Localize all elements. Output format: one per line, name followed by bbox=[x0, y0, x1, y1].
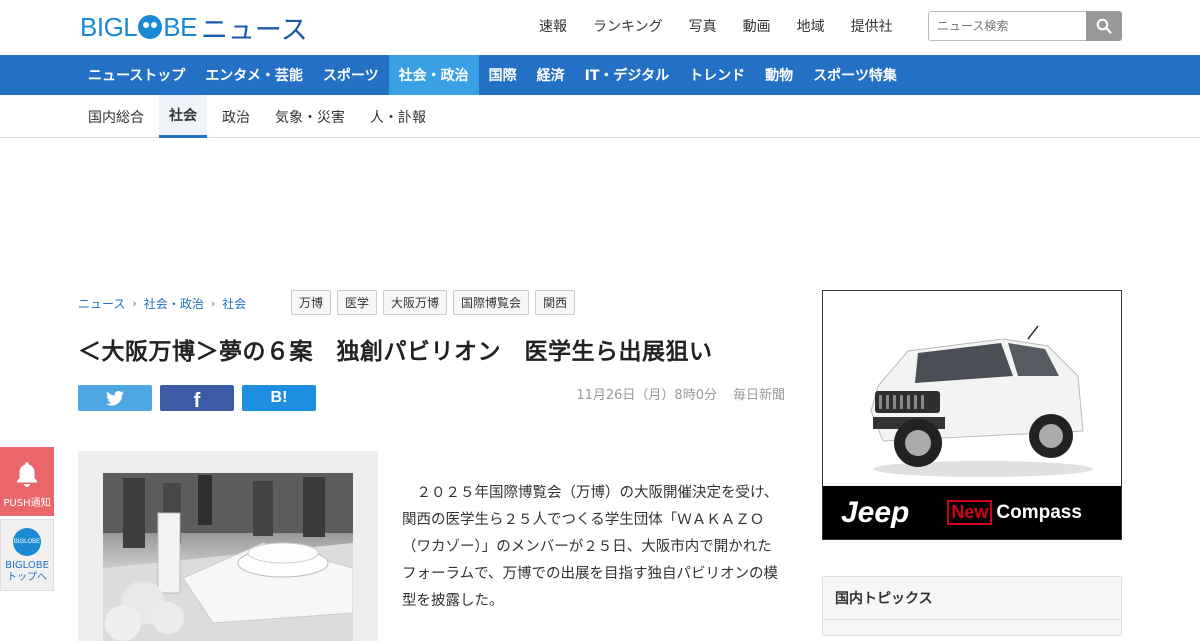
biglobe-top-label-line1: BIGLOBE bbox=[5, 560, 49, 571]
hatena-bookmark-icon: B! bbox=[270, 389, 288, 406]
nav-society-politics[interactable]: 社会・政治 bbox=[388, 55, 479, 95]
jeep-compass-ad[interactable]: Jeep New Compass bbox=[822, 290, 1122, 540]
logo-o-icon bbox=[138, 15, 163, 39]
tag-medicine[interactable]: 医学 bbox=[337, 290, 378, 315]
tag-world-expo[interactable]: 国際博覧会 bbox=[453, 290, 530, 315]
domestic-topics-title: 国内トピックス bbox=[823, 577, 1121, 620]
bell-icon bbox=[17, 462, 37, 487]
ad-model-name: Compass bbox=[996, 501, 1082, 523]
ad-banner-bar: Jeep New Compass bbox=[823, 486, 1121, 539]
facebook-icon: f bbox=[193, 389, 201, 412]
domestic-topics-box: 国内トピックス bbox=[822, 576, 1122, 636]
nav-economy[interactable]: 経済 bbox=[527, 55, 575, 95]
chevron-right-icon: › bbox=[132, 297, 137, 310]
subnav-politics[interactable]: 政治 bbox=[212, 95, 260, 138]
article-source[interactable]: 毎日新聞 bbox=[733, 384, 785, 403]
biglobe-logo-icon: BIGLOBE bbox=[13, 528, 41, 556]
top-link-photo[interactable]: 写真 bbox=[689, 16, 717, 36]
share-twitter-button[interactable] bbox=[78, 385, 152, 411]
biglobe-top-button[interactable]: BIGLOBE BIGLOBE トップへ bbox=[0, 519, 54, 591]
breadcrumb-society[interactable]: 社会 bbox=[222, 295, 246, 312]
ad-brand-logo: Jeep bbox=[841, 495, 910, 529]
logo-news-text: ニュース bbox=[200, 14, 308, 46]
biglobe-top-label: BIGLOBE トップへ bbox=[5, 560, 49, 584]
ad-new-badge: New bbox=[947, 500, 993, 525]
top-link-ranking[interactable]: ランキング bbox=[593, 16, 663, 36]
twitter-icon bbox=[106, 390, 124, 406]
logo-text-part2: BE bbox=[163, 11, 197, 42]
search-button[interactable] bbox=[1086, 11, 1122, 41]
nav-entertainment[interactable]: エンタメ・芸能 bbox=[195, 55, 313, 95]
sub-nav: 国内総合 社会 政治 気象・災害 人・訃報 bbox=[0, 95, 1200, 138]
tag-expo[interactable]: 万博 bbox=[291, 290, 332, 315]
top-link-sokuho[interactable]: 速報 bbox=[539, 16, 567, 36]
article-photo[interactable] bbox=[103, 473, 353, 641]
subnav-domestic[interactable]: 国内総合 bbox=[78, 95, 154, 138]
search-input[interactable] bbox=[928, 11, 1086, 41]
push-label: PUSH通知 bbox=[3, 498, 51, 509]
search-box bbox=[928, 11, 1122, 41]
main-nav: ニューストップ エンタメ・芸能 スポーツ 社会・政治 国際 経済 IT・デジタル… bbox=[0, 55, 1200, 95]
nav-sports[interactable]: スポーツ bbox=[313, 55, 389, 95]
tag-list: 万博 医学 大阪万博 国際博覧会 関西 bbox=[291, 290, 576, 315]
breadcrumb: ニュース › 社会・政治 › 社会 bbox=[78, 295, 246, 312]
nav-it-digital[interactable]: IT・デジタル bbox=[575, 55, 679, 95]
push-notification-button[interactable]: PUSH通知 bbox=[0, 447, 54, 516]
tag-kansai[interactable]: 関西 bbox=[535, 290, 576, 315]
top-link-providers[interactable]: 提供社 bbox=[851, 16, 893, 36]
top-link-video[interactable]: 動画 bbox=[743, 16, 771, 36]
tag-osaka-expo[interactable]: 大阪万博 bbox=[383, 290, 448, 315]
nav-animals[interactable]: 動物 bbox=[755, 55, 803, 95]
breadcrumb-society-politics[interactable]: 社会・政治 bbox=[144, 295, 204, 312]
biglobe-top-label-line2: トップへ bbox=[6, 572, 47, 583]
nav-trend[interactable]: トレンド bbox=[679, 55, 755, 95]
article-title: ＜大阪万博＞夢の６案 独創パビリオン 医学生ら出展狙い bbox=[78, 339, 713, 365]
breadcrumb-news[interactable]: ニュース bbox=[78, 295, 125, 312]
nav-international[interactable]: 国際 bbox=[479, 55, 527, 95]
nav-sports-special[interactable]: スポーツ特集 bbox=[803, 55, 907, 95]
article-date: 11月26日（月）8時0分 bbox=[576, 388, 717, 403]
chevron-right-icon: › bbox=[210, 297, 216, 310]
search-icon bbox=[1096, 18, 1112, 34]
logo-biglobe: BIGL BE bbox=[80, 12, 197, 43]
nav-news-top[interactable]: ニューストップ bbox=[78, 55, 195, 95]
subnav-weather-disaster[interactable]: 気象・災害 bbox=[265, 95, 355, 138]
pavilion-model-image bbox=[103, 473, 353, 641]
share-facebook-button[interactable]: f bbox=[160, 385, 234, 412]
share-hatena-button[interactable]: B! bbox=[242, 385, 316, 411]
subnav-society[interactable]: 社会 bbox=[159, 95, 207, 138]
subnav-people-obituary[interactable]: 人・訃報 bbox=[360, 95, 436, 138]
logo-text-part1: BIGL bbox=[80, 11, 138, 42]
site-header: BIGL BE ニュース 速報 ランキング 写真 動画 地域 提供社 bbox=[0, 0, 1200, 55]
article-meta: 11月26日（月）8時0分 毎日新聞 bbox=[576, 384, 785, 403]
article-body: ２０２５年国際博覧会（万博）の大阪開催決定を受け、関西の医学生ら２５人でつくる学… bbox=[402, 485, 779, 609]
suv-car-image bbox=[823, 291, 1121, 487]
top-links: 速報 ランキング 写真 動画 地域 提供社 bbox=[539, 16, 919, 36]
article-photo-box bbox=[78, 451, 378, 641]
biglobe-news-logo[interactable]: BIGL BE ニュース bbox=[80, 10, 308, 46]
top-link-region[interactable]: 地域 bbox=[797, 16, 825, 36]
